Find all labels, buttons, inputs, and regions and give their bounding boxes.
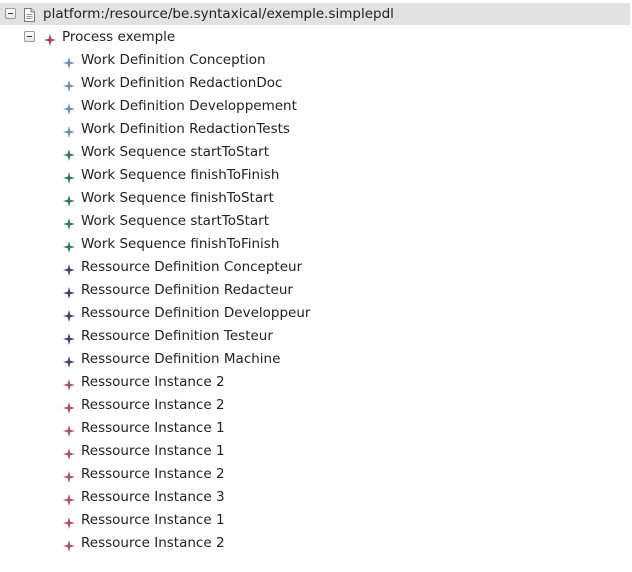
- tree-item-ressource-instance[interactable]: Ressource Instance 3: [0, 486, 630, 509]
- tree-item-label: Ressource Instance 1: [81, 443, 225, 459]
- tree-item-work-definition[interactable]: Work Definition Conception: [0, 49, 630, 72]
- ressource-instance-icon: [63, 514, 75, 529]
- tree-item-label: platform:/resource/be.syntaxical/exemple…: [43, 6, 394, 22]
- tree-item-label: Ressource Definition Machine: [81, 351, 281, 367]
- tree-item-label: Work Sequence finishToFinish: [81, 236, 280, 252]
- work-definition-icon: [63, 54, 75, 69]
- tree-item-label: Work Sequence startToStart: [81, 144, 269, 160]
- tree-item-ressource-instance[interactable]: Ressource Instance 2: [0, 394, 630, 417]
- tree-item-work-definition[interactable]: Work Definition RedactionTests: [0, 118, 630, 141]
- ressource-definition-icon: [63, 284, 75, 299]
- tree-item-resource-root[interactable]: platform:/resource/be.syntaxical/exemple…: [0, 3, 630, 25]
- tree-item-ressource-definition[interactable]: Ressource Definition Developpeur: [0, 302, 630, 325]
- file-icon: [24, 7, 35, 22]
- tree-item-label: Process exemple: [62, 29, 176, 45]
- tree-item-label: Work Sequence finishToStart: [81, 190, 274, 206]
- ressource-definition-icon: [63, 330, 75, 345]
- ressource-definition-icon: [63, 261, 75, 276]
- tree-item-label: Ressource Instance 2: [81, 374, 225, 390]
- tree-item-process[interactable]: Process exemple: [0, 26, 630, 49]
- tree-item-ressource-definition[interactable]: Ressource Definition Machine: [0, 348, 630, 371]
- tree-item-label: Work Definition Developpement: [81, 98, 297, 114]
- tree-item-label: Ressource Instance 2: [81, 535, 225, 551]
- ressource-instance-icon: [63, 468, 75, 483]
- work-definition-icon: [63, 123, 75, 138]
- tree-item-work-sequence[interactable]: Work Sequence finishToFinish: [0, 233, 630, 256]
- tree-item-label: Work Definition RedactionDoc: [81, 75, 283, 91]
- tree-item-ressource-instance[interactable]: Ressource Instance 2: [0, 463, 630, 486]
- work-sequence-icon: [63, 215, 75, 230]
- tree-item-label: Work Definition RedactionTests: [81, 121, 290, 137]
- work-sequence-icon: [63, 146, 75, 161]
- tree-item-label: Ressource Definition Redacteur: [81, 282, 293, 298]
- tree-item-work-sequence[interactable]: Work Sequence startToStart: [0, 210, 630, 233]
- ressource-instance-icon: [63, 399, 75, 414]
- tree-item-label: Work Definition Conception: [81, 52, 266, 68]
- collapse-toggle-process[interactable]: [24, 31, 35, 42]
- tree-item-label: Ressource Instance 2: [81, 466, 225, 482]
- tree-item-ressource-instance[interactable]: Ressource Instance 2: [0, 532, 630, 555]
- process-icon: [44, 31, 56, 46]
- tree-item-label: Ressource Definition Testeur: [81, 328, 273, 344]
- ressource-instance-icon: [63, 376, 75, 391]
- work-sequence-icon: [63, 192, 75, 207]
- tree-item-ressource-instance[interactable]: Ressource Instance 1: [0, 509, 630, 532]
- tree-item-label: Ressource Definition Developpeur: [81, 305, 311, 321]
- tree-item-work-sequence[interactable]: Work Sequence startToStart: [0, 141, 630, 164]
- tree-item-label: Work Sequence finishToFinish: [81, 167, 280, 183]
- resource-tree-view[interactable]: platform:/resource/be.syntaxical/exemple…: [0, 0, 632, 572]
- tree-item-label: Ressource Definition Concepteur: [81, 259, 303, 275]
- work-sequence-icon: [63, 238, 75, 253]
- work-definition-icon: [63, 77, 75, 92]
- tree-item-work-definition[interactable]: Work Definition RedactionDoc: [0, 72, 630, 95]
- tree-item-ressource-instance[interactable]: Ressource Instance 2: [0, 371, 630, 394]
- ressource-instance-icon: [63, 422, 75, 437]
- work-definition-icon: [63, 100, 75, 115]
- tree-item-work-sequence[interactable]: Work Sequence finishToStart: [0, 187, 630, 210]
- ressource-definition-icon: [63, 307, 75, 322]
- ressource-instance-icon: [63, 491, 75, 506]
- tree-item-ressource-definition[interactable]: Ressource Definition Redacteur: [0, 279, 630, 302]
- tree-item-ressource-definition[interactable]: Ressource Definition Testeur: [0, 325, 630, 348]
- tree-item-work-definition[interactable]: Work Definition Developpement: [0, 95, 630, 118]
- tree-item-ressource-instance[interactable]: Ressource Instance 1: [0, 417, 630, 440]
- tree-item-label: Ressource Instance 2: [81, 397, 225, 413]
- ressource-instance-icon: [63, 537, 75, 552]
- ressource-instance-icon: [63, 445, 75, 460]
- tree-item-label: Ressource Instance 3: [81, 489, 225, 505]
- tree-item-label: Ressource Instance 1: [81, 512, 225, 528]
- work-sequence-icon: [63, 169, 75, 184]
- ressource-definition-icon: [63, 353, 75, 368]
- tree-item-label: Ressource Instance 1: [81, 420, 225, 436]
- collapse-toggle-root[interactable]: [5, 8, 16, 19]
- tree-item-ressource-instance[interactable]: Ressource Instance 1: [0, 440, 630, 463]
- tree-item-label: Work Sequence startToStart: [81, 213, 269, 229]
- tree-item-ressource-definition[interactable]: Ressource Definition Concepteur: [0, 256, 630, 279]
- tree-item-work-sequence[interactable]: Work Sequence finishToFinish: [0, 164, 630, 187]
